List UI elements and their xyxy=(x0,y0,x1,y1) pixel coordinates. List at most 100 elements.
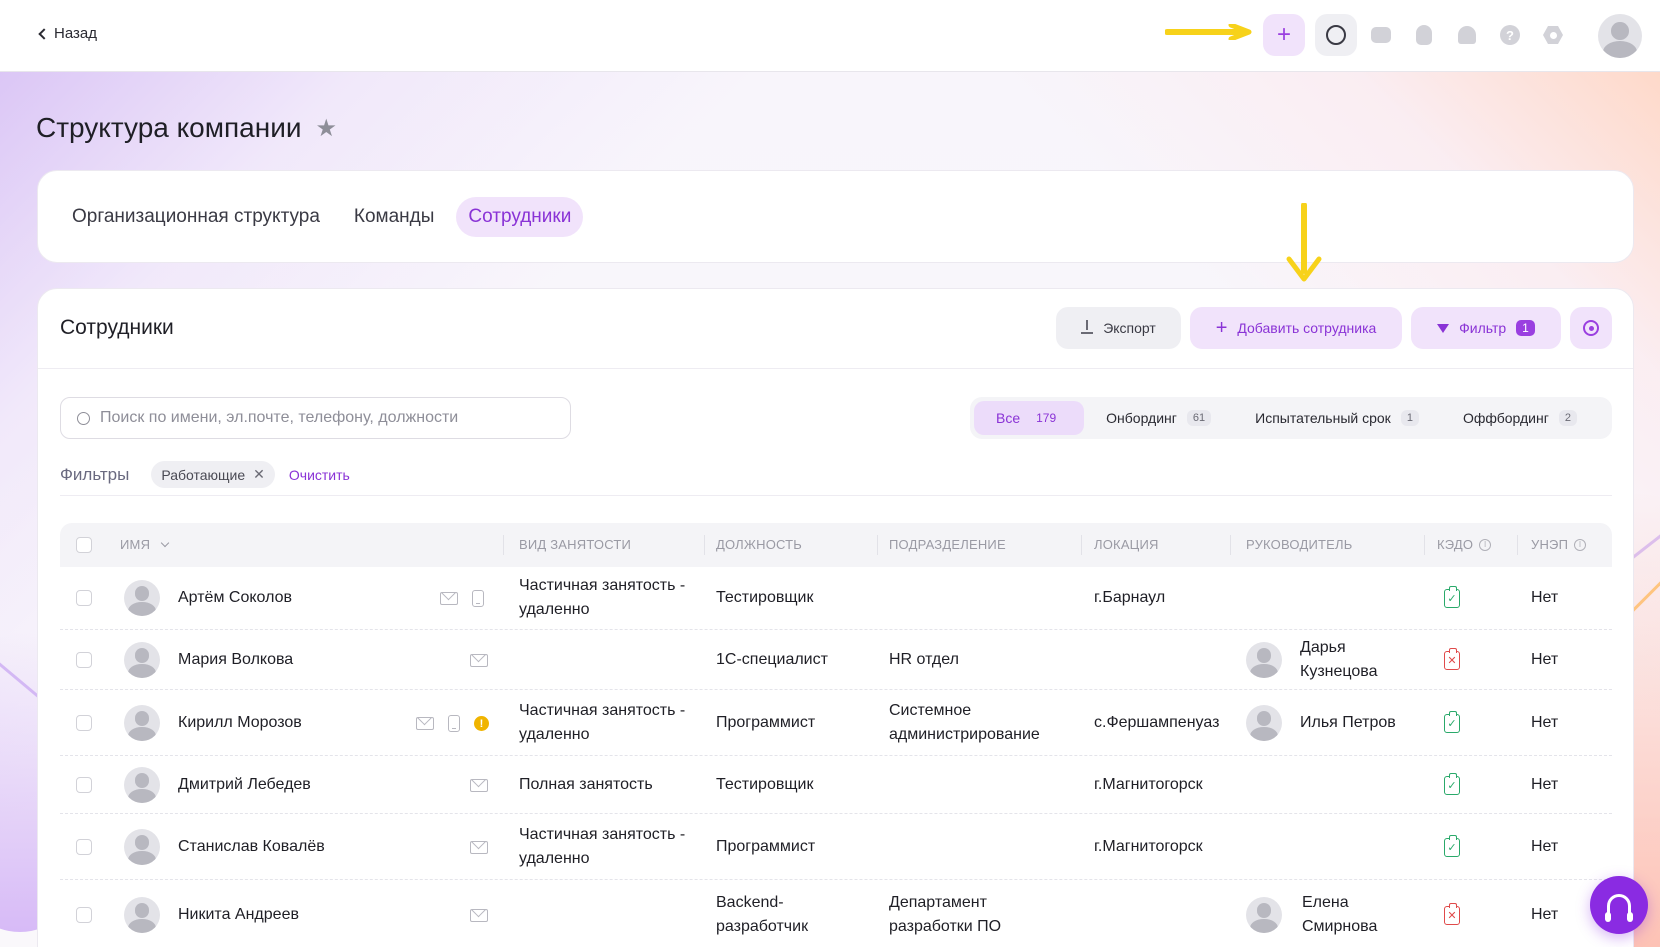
column-header-location[interactable]: Локация xyxy=(1094,537,1159,552)
segment-probation[interactable]: Испытательный срок 1 xyxy=(1233,401,1441,435)
info-icon[interactable]: i xyxy=(1479,538,1492,551)
location: с.Фершампенуаз xyxy=(1094,714,1220,731)
star-icon[interactable]: ★ xyxy=(315,114,337,143)
clear-filters-link[interactable]: Очистить xyxy=(289,467,350,483)
filter-label: Фильтр xyxy=(1459,320,1507,336)
help-button[interactable]: ? xyxy=(1489,14,1531,56)
table-row[interactable]: Никита Андреев Backend-разработчик Депар… xyxy=(60,880,1612,947)
table-header: Имя Вид занятости Должность Подразделени… xyxy=(60,523,1612,567)
filters-label: Фильтры xyxy=(60,464,130,484)
table-row[interactable]: Артём Соколов Частичная занятость - удал… xyxy=(60,567,1612,630)
manager-name[interactable]: Дарья Кузнецова xyxy=(1300,636,1410,684)
tab-teams[interactable]: Команды xyxy=(342,197,447,237)
mail-icon[interactable] xyxy=(470,841,488,854)
mail-icon[interactable] xyxy=(470,654,488,667)
unep-value: Нет xyxy=(1531,651,1559,668)
phone-icon[interactable] xyxy=(472,590,484,607)
phone-icon[interactable] xyxy=(448,715,460,732)
filter-count-badge: 1 xyxy=(1516,320,1535,336)
employment-type: Частичная занятость - удаленно xyxy=(519,577,686,618)
ideas-button[interactable] xyxy=(1403,14,1445,56)
row-checkbox[interactable] xyxy=(76,715,92,731)
tab-employees[interactable]: Сотрудники xyxy=(456,196,584,237)
row-checkbox[interactable] xyxy=(76,777,92,793)
employee-name[interactable]: Кирилл Морозов xyxy=(178,711,302,735)
row-checkbox[interactable] xyxy=(76,652,92,668)
column-header-employment[interactable]: Вид занятости xyxy=(519,537,631,552)
column-header-manager[interactable]: Руководитель xyxy=(1246,537,1352,552)
info-icon[interactable]: i xyxy=(1574,538,1587,551)
avatar xyxy=(124,767,160,803)
close-icon[interactable]: ✕ xyxy=(253,466,265,483)
column-separator xyxy=(1424,535,1425,555)
column-separator xyxy=(1517,535,1518,555)
mail-icon[interactable] xyxy=(470,909,488,922)
department: Системное администрирование xyxy=(889,702,1040,743)
department: HR отдел xyxy=(889,651,959,668)
segment-onboarding[interactable]: Онбординг 61 xyxy=(1084,401,1233,435)
row-checkbox[interactable] xyxy=(76,839,92,855)
row-checkbox[interactable] xyxy=(76,590,92,606)
column-separator xyxy=(503,535,504,555)
segment-count: 2 xyxy=(1558,410,1577,426)
column-header-label: УНЭП xyxy=(1531,537,1569,552)
manager-name[interactable]: Елена Смирнова xyxy=(1302,891,1402,939)
mail-icon[interactable] xyxy=(416,717,434,730)
document-x-icon: ✕ xyxy=(1444,648,1460,670)
column-header-label: Должность xyxy=(716,537,803,552)
annotation-arrow-down-icon xyxy=(1286,203,1322,282)
notifications-button[interactable] xyxy=(1446,14,1488,56)
create-button[interactable]: + xyxy=(1263,14,1305,56)
filter-button[interactable]: Фильтр 1 xyxy=(1411,307,1561,349)
employee-name[interactable]: Мария Волкова xyxy=(178,648,293,672)
column-header-position[interactable]: Должность xyxy=(716,537,802,552)
export-button[interactable]: Экспорт xyxy=(1056,307,1181,349)
mail-icon[interactable] xyxy=(440,592,458,605)
select-all-checkbox[interactable] xyxy=(76,537,92,553)
segment-label: Оффбординг xyxy=(1462,410,1549,426)
settings-icon xyxy=(1543,26,1563,44)
segment-all[interactable]: Все 179 xyxy=(974,401,1085,435)
user-avatar[interactable] xyxy=(1598,14,1642,58)
back-button[interactable]: Назад xyxy=(38,25,97,42)
column-header-label: КЭДО xyxy=(1437,537,1474,552)
row-checkbox[interactable] xyxy=(76,907,92,923)
segment-offboarding[interactable]: Оффбординг 2 xyxy=(1441,401,1599,435)
messages-button[interactable] xyxy=(1360,14,1402,56)
add-employee-button[interactable]: + Добавить сотрудника xyxy=(1190,307,1402,349)
search-input[interactable] xyxy=(100,409,560,427)
tab-org-structure[interactable]: Организационная структура xyxy=(60,197,332,237)
unep-value: Нет xyxy=(1531,906,1559,923)
table-row[interactable]: Дмитрий Лебедев Полная занятость Тестиро… xyxy=(60,756,1612,814)
manager-name[interactable]: Илья Петров xyxy=(1300,711,1396,735)
column-header-unep[interactable]: УНЭП i xyxy=(1531,537,1587,552)
employee-search xyxy=(60,397,571,439)
employee-name[interactable]: Дмитрий Лебедев xyxy=(178,773,311,797)
position: Тестировщик xyxy=(716,589,814,606)
settings-icon xyxy=(1583,320,1599,336)
warning-icon[interactable]: ! xyxy=(474,716,489,731)
column-separator xyxy=(704,535,705,555)
filter-chip[interactable]: Работающие ✕ xyxy=(151,461,275,488)
plus-icon: + xyxy=(1215,317,1228,339)
table-settings-button[interactable] xyxy=(1570,307,1612,349)
avatar xyxy=(124,897,160,933)
column-header-kedo[interactable]: КЭДО i xyxy=(1437,537,1492,552)
column-header-label: Руководитель xyxy=(1246,537,1353,552)
support-chat-button[interactable] xyxy=(1590,876,1648,934)
column-header-name[interactable]: Имя xyxy=(120,537,170,552)
department: Департамент разработки ПО xyxy=(889,894,1002,935)
mail-icon[interactable] xyxy=(470,779,488,792)
employee-name[interactable]: Никита Андреев xyxy=(178,903,299,927)
employee-name[interactable]: Станислав Ковалёв xyxy=(178,835,325,859)
employee-name[interactable]: Артём Соколов xyxy=(178,586,292,610)
table-row[interactable]: Станислав Ковалёв Частичная занятость - … xyxy=(60,814,1612,880)
search-icon xyxy=(1326,25,1346,45)
column-header-department[interactable]: Подразделение xyxy=(889,537,1006,552)
table-row[interactable]: Мария Волкова 1С-специалист HR отдел Дар… xyxy=(60,630,1612,690)
global-search-button[interactable] xyxy=(1315,14,1357,56)
table-row[interactable]: Кирилл Морозов ! Частичная занятость - у… xyxy=(60,690,1612,756)
status-segments: Все 179 Онбординг 61 Испытательный срок … xyxy=(970,397,1612,439)
settings-button[interactable] xyxy=(1532,14,1574,56)
back-label: Назад xyxy=(54,25,97,42)
